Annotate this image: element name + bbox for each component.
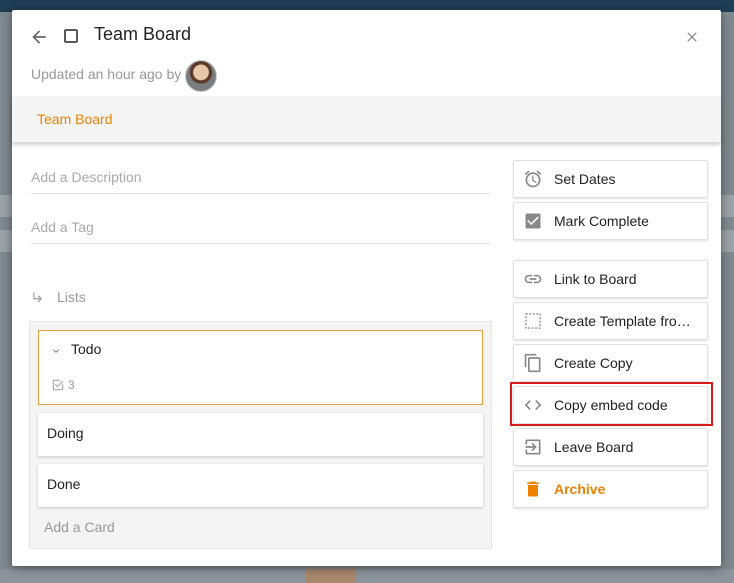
selection-highlight — [510, 382, 713, 426]
exit-icon — [523, 437, 543, 457]
action-label: Mark Complete — [554, 213, 649, 229]
tag-field[interactable]: Add a Tag — [31, 212, 490, 244]
create-template-button[interactable]: Create Template fro… — [513, 302, 708, 340]
leave-board-button[interactable]: Leave Board — [513, 428, 708, 466]
trash-icon — [523, 479, 543, 499]
action-label: Archive — [554, 481, 606, 497]
list-item-doing[interactable]: Doing — [38, 413, 483, 456]
archive-button[interactable]: Archive — [513, 470, 708, 508]
list-item-done[interactable]: Done — [38, 464, 483, 507]
breadcrumb-board-link[interactable]: Team Board — [37, 111, 112, 127]
list-item-label: Doing — [47, 425, 84, 441]
list-item-label: Done — [47, 476, 81, 492]
avatar[interactable] — [185, 60, 217, 92]
action-label: Link to Board — [554, 271, 637, 287]
action-label: Leave Board — [554, 439, 634, 455]
close-icon[interactable] — [684, 29, 700, 45]
chevron-down-icon[interactable] — [50, 345, 62, 357]
lists-panel: Todo 3 Doing Done Add a Card — [29, 321, 492, 549]
list-item-label: Todo — [71, 341, 102, 357]
create-copy-button[interactable]: Create Copy — [513, 344, 708, 382]
mark-complete-button[interactable]: Mark Complete — [513, 202, 708, 240]
action-label: Set Dates — [554, 171, 616, 187]
background-bottom — [0, 569, 734, 583]
action-label: Create Copy — [554, 355, 633, 371]
alarm-clock-icon — [523, 169, 543, 189]
arrow-back-icon[interactable] — [29, 27, 49, 47]
subdirectory-arrow-icon — [33, 292, 43, 303]
modal-header: Team Board Updated an hour ago by — [12, 10, 721, 96]
updated-text: Updated an hour ago by — [31, 66, 182, 82]
lists-heading-label: Lists — [57, 289, 86, 305]
board-checkbox-icon[interactable] — [64, 29, 78, 43]
task-count-badge: 3 — [51, 378, 75, 392]
set-dates-button[interactable]: Set Dates — [513, 160, 708, 198]
copy-icon — [523, 353, 543, 373]
action-label: Create Template fro… — [554, 313, 691, 329]
checklist-icon — [52, 379, 64, 391]
description-field[interactable]: Add a Description — [31, 162, 490, 194]
link-to-board-button[interactable]: Link to Board — [513, 260, 708, 298]
checkbox-checked-icon — [523, 211, 543, 231]
task-count: 3 — [68, 378, 75, 392]
list-item-todo[interactable]: Todo 3 — [38, 330, 483, 405]
link-icon — [523, 269, 543, 289]
add-card-button[interactable]: Add a Card — [44, 519, 115, 535]
board-details-modal: Team Board Updated an hour ago by Team B… — [12, 10, 721, 566]
background-bottom-chip — [306, 569, 356, 583]
lists-heading: Lists — [31, 289, 86, 305]
modal-title[interactable]: Team Board — [94, 24, 191, 45]
template-icon — [523, 311, 543, 331]
breadcrumb: Team Board — [12, 96, 721, 142]
